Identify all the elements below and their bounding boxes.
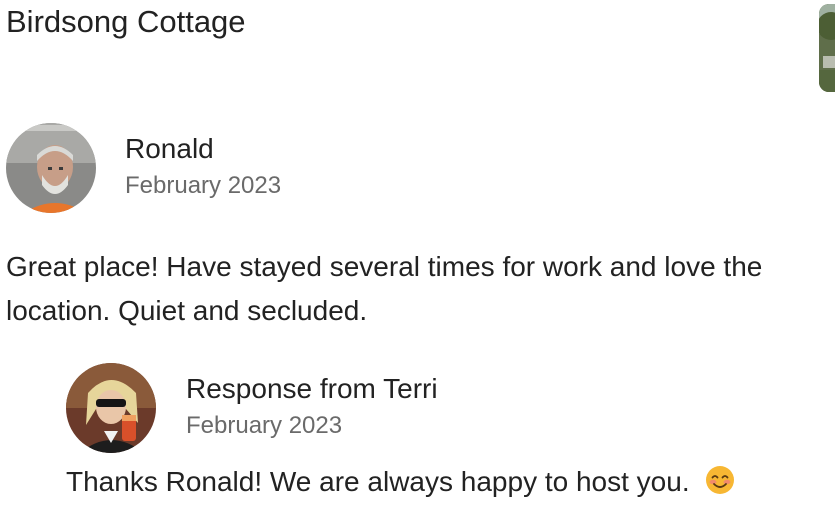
listing-thumbnail[interactable] — [819, 4, 835, 92]
listing-title: Birdsong Cottage — [6, 4, 246, 39]
host-avatar[interactable] — [66, 363, 156, 453]
response-date: February 2023 — [186, 412, 343, 439]
response-heading: Response from Terri — [186, 373, 438, 404]
reviewer-avatar[interactable] — [6, 123, 96, 213]
reviewer-name: Ronald — [125, 133, 214, 164]
response-text: Thanks Ronald! We are always happy to ho… — [66, 466, 690, 497]
review-text-line-1: Great place! Have stayed several times f… — [6, 251, 763, 282]
review-text: Great place! Have stayed several times f… — [6, 245, 835, 333]
review-date: February 2023 — [125, 172, 282, 199]
response-text-row: Thanks Ronald! We are always happy to ho… — [66, 465, 735, 502]
smiling-face-emoji-icon — [705, 465, 735, 502]
review-page: Birdsong Cottage Ronald February 2023 Gr… — [0, 0, 835, 511]
review-text-line-2: location. Quiet and secluded. — [6, 295, 368, 326]
